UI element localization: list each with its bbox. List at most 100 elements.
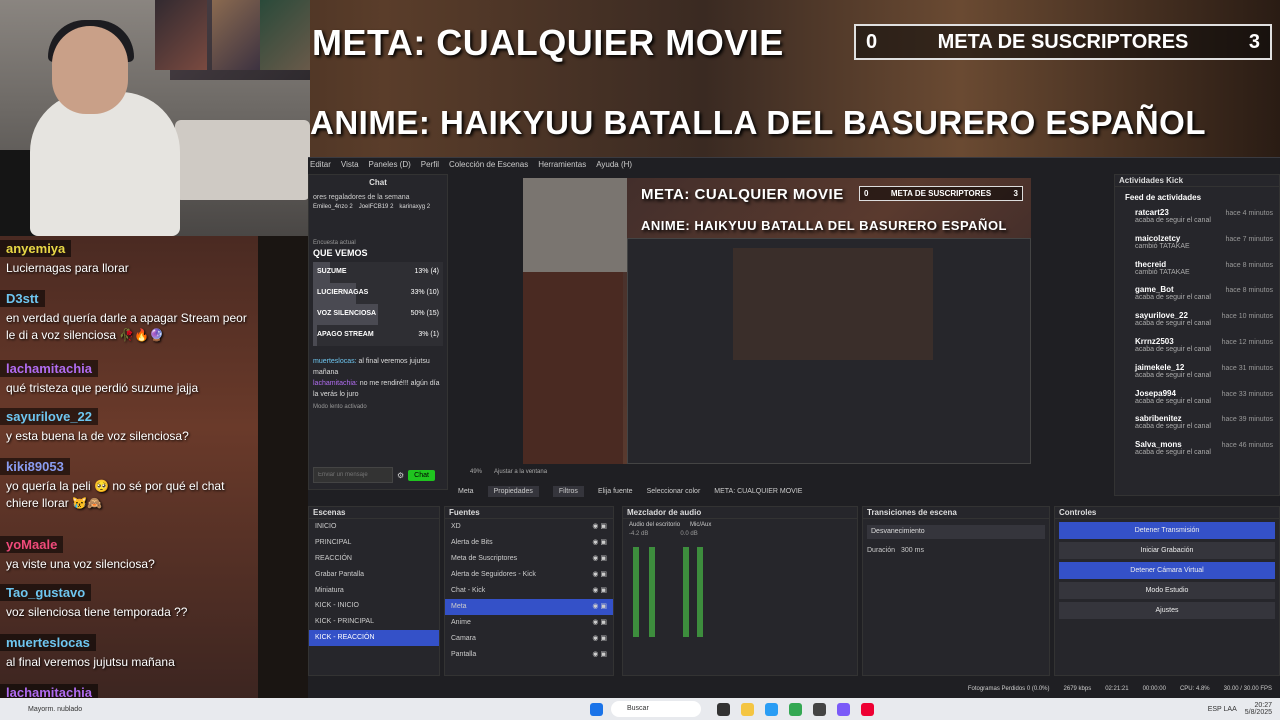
menu-item[interactable]: Editar: [310, 160, 331, 174]
eye-lock-icons[interactable]: ◉ ▣: [592, 599, 607, 615]
chat-overlay-message: yoMaale ya viste una voz silenciosa?: [0, 536, 258, 575]
meta-title: META: CUALQUIER MOVIE: [312, 22, 784, 63]
obs-status-bar: Fotogramas Perdidos 0 (0.0%) 2679 kbps 0…: [308, 682, 1280, 696]
chat-overlay-text: yo quería la peli 🥺 no sé por qué el cha…: [6, 479, 225, 510]
source-item[interactable]: Anime ◉ ▣: [445, 615, 613, 631]
source-item[interactable]: Chat - Kick ◉ ▣: [445, 583, 613, 599]
activity-time: hace 4 minutos: [1225, 210, 1273, 217]
chrome-icon[interactable]: [789, 702, 802, 716]
gear-icon[interactable]: ⚙: [397, 471, 404, 480]
poll-option[interactable]: LUCIERNAGAS 33% (10): [313, 283, 443, 304]
activity-time: hace 12 minutos: [1221, 338, 1273, 346]
poll-option[interactable]: APAGO STREAM 3% (1): [313, 325, 443, 346]
transition-select[interactable]: Desvanecimiento: [867, 525, 1045, 539]
poll-option-result: 13% (4): [414, 268, 439, 275]
poll-option-label: SUZUME: [317, 268, 347, 275]
chat-dock-title: Chat: [369, 178, 387, 187]
properties-button[interactable]: Propiedades: [487, 485, 539, 497]
control-button[interactable]: Detener Cámara Virtual: [1059, 562, 1275, 579]
eye-lock-icons[interactable]: ◉ ▣: [592, 583, 607, 599]
control-button[interactable]: Iniciar Grabación: [1059, 542, 1275, 559]
preview-footer: 49% Ajustar a la ventana: [470, 469, 547, 475]
chat-overlay: anyemiya Luciernagas para llorar D3stt en v…: [0, 236, 258, 719]
cpu-usage: CPU: 4.8%: [1179, 686, 1210, 692]
eye-lock-icons[interactable]: ◉ ▣: [592, 631, 607, 647]
eye-lock-icons[interactable]: ◉ ▣: [592, 647, 607, 663]
activity-time: hace 8 minutos: [1225, 261, 1273, 269]
source-item[interactable]: Pantalla ◉ ▣: [445, 647, 613, 663]
menu-item[interactable]: Colección de Escenas: [449, 160, 528, 174]
desktop-audio-db: -4.2 dB: [629, 531, 649, 537]
preview-anime-title: ANIME: HAIKYUU BATALLA DEL BASURERO ESPA…: [641, 218, 1007, 233]
source-item[interactable]: Camara ◉ ▣: [445, 631, 613, 647]
poll-option[interactable]: SUZUME 13% (4): [313, 262, 443, 283]
scene-item[interactable]: KICK - REACCIÓN: [309, 630, 439, 647]
activity-desc: acaba de seguir el canal: [1135, 217, 1211, 224]
source-item[interactable]: Meta de Suscriptores ◉ ▣: [445, 551, 613, 567]
gifter-count: 2: [349, 204, 353, 210]
activity-item: sayurilove_22 hace 10 minutos acaba de seg…: [1115, 311, 1279, 337]
task-view-icon[interactable]: [717, 702, 730, 716]
chat-msg1-user: muerteslocas:: [313, 358, 357, 365]
file-explorer-icon[interactable]: [741, 702, 754, 716]
source-name: Meta: [451, 603, 467, 610]
select-color-button[interactable]: Seleccionar color: [647, 488, 701, 495]
control-button[interactable]: Detener Transmisión: [1059, 522, 1275, 539]
control-button[interactable]: Modo Estudio: [1059, 582, 1275, 599]
edge-icon[interactable]: [765, 702, 778, 716]
duration-field[interactable]: 300 ms: [901, 547, 924, 554]
scene-item[interactable]: INICIO: [309, 519, 439, 535]
language-indicator[interactable]: ESP LAA: [1208, 706, 1237, 713]
eye-lock-icons[interactable]: ◉ ▣: [592, 567, 607, 583]
control-button[interactable]: Ajustes: [1059, 602, 1275, 619]
windows-start-icon[interactable]: [590, 702, 603, 716]
clock-time[interactable]: 20:27: [1254, 702, 1272, 709]
app-icon[interactable]: [861, 702, 874, 716]
menu-item[interactable]: Perfil: [421, 160, 439, 174]
scene-item[interactable]: Grabar Pantalla: [309, 567, 439, 583]
scene-item[interactable]: REACCIÓN: [309, 551, 439, 567]
filters-button[interactable]: Filtros: [552, 485, 584, 497]
choose-source-button[interactable]: Elija fuente: [598, 488, 633, 495]
taskbar-search[interactable]: Buscar: [611, 701, 701, 717]
scene-item[interactable]: KICK - INICIO: [309, 598, 439, 614]
scene-item[interactable]: KICK - PRINCIPAL: [309, 614, 439, 630]
source-item[interactable]: Meta ◉ ▣: [445, 599, 613, 615]
chat-input[interactable]: [313, 467, 393, 483]
activity-desc: cambió TATAKAE: [1135, 268, 1190, 276]
activity-time: hace 10 minutos: [1221, 313, 1273, 321]
discord-icon[interactable]: [837, 702, 850, 716]
zoom-level[interactable]: 49%: [470, 469, 482, 475]
preview-subs-goal: 0 META DE SUSCRIPTORES 3: [859, 186, 1023, 201]
menu-item[interactable]: Herramientas: [538, 160, 586, 174]
activity-user: sayurilove_22: [1135, 311, 1188, 321]
chat-send-button[interactable]: Chat: [408, 469, 435, 481]
menu-item[interactable]: Vista: [341, 160, 359, 174]
live-timer: 02:21:21: [1105, 686, 1129, 692]
source-item[interactable]: Alerta de Bits ◉ ▣: [445, 535, 613, 551]
obs-preview[interactable]: META: CUALQUIER MOVIE 0 META DE SUSCRIPT…: [523, 178, 1031, 464]
fit-window[interactable]: Ajustar a la ventana: [494, 469, 547, 475]
mixer-title: Mezclador de audio: [623, 507, 857, 519]
preview-subs-label: META DE SUSCRIPTORES: [890, 189, 992, 198]
menu-item[interactable]: Paneles (D): [369, 160, 411, 174]
sources-title: Fuentes: [445, 507, 613, 519]
scene-item[interactable]: Miniatura: [309, 583, 439, 599]
chat-overlay-message: D3stt en verdad quería darle a apagar Str…: [0, 290, 258, 346]
eye-lock-icons[interactable]: ◉ ▣: [592, 535, 607, 551]
poll-option[interactable]: VOZ SILENCIOSA 50% (15): [313, 304, 443, 325]
eye-lock-icons[interactable]: ◉ ▣: [592, 615, 607, 631]
eye-lock-icons[interactable]: ◉ ▣: [592, 551, 607, 567]
obs-icon[interactable]: [813, 702, 826, 716]
scene-item[interactable]: PRINCIPAL: [309, 535, 439, 551]
feed-title: Feed de actividades: [1125, 193, 1202, 202]
controls-buttons: Detener Transmisión Iniciar Grabación Dete…: [1055, 522, 1279, 619]
source-item[interactable]: XD ◉ ▣: [445, 519, 613, 535]
menu-item[interactable]: Ayuda (H): [596, 160, 632, 174]
weather-widget[interactable]: Mayorm. nublado: [0, 706, 590, 713]
activity-user: maicolzetcy: [1135, 233, 1181, 243]
eye-lock-icons[interactable]: ◉ ▣: [592, 519, 607, 535]
clock-date[interactable]: 5/8/2025: [1245, 709, 1272, 716]
source-item[interactable]: Alerta de Seguidores - Kick ◉ ▣: [445, 567, 613, 583]
mic-label: Mic/Aux: [690, 522, 712, 528]
